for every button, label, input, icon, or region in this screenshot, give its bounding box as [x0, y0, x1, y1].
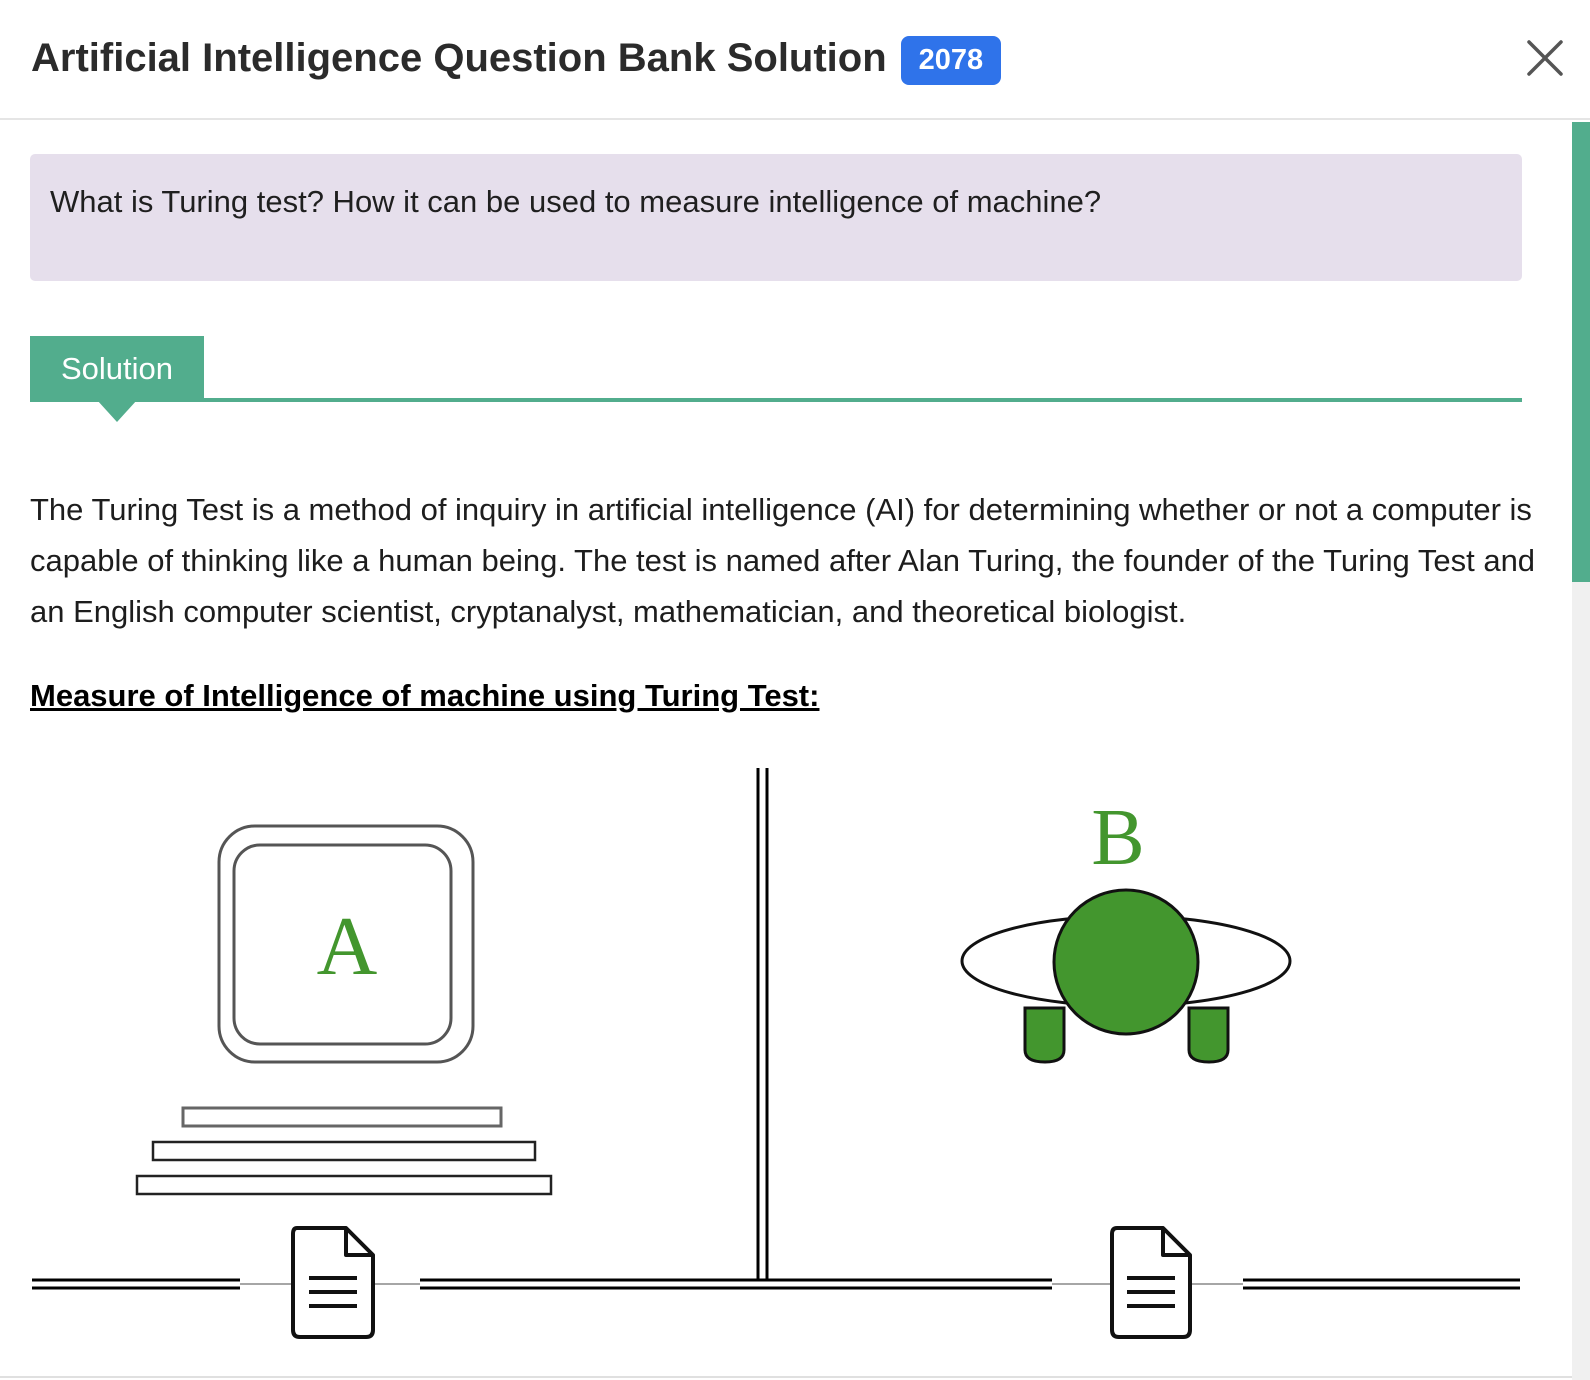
footer-divider: [0, 1376, 1572, 1378]
question-box: What is Turing test? How it can be used …: [30, 154, 1522, 281]
question-text: What is Turing test? How it can be used …: [50, 184, 1102, 219]
close-button[interactable]: [1525, 38, 1565, 78]
solution-subheading: Measure of Intelligence of machine using…: [30, 678, 820, 713]
document-icon: [1110, 1226, 1192, 1339]
solution-divider: [204, 398, 1522, 402]
close-icon: [1527, 40, 1563, 76]
turing-test-diagram: A B: [32, 768, 1520, 1339]
scrollbar-thumb[interactable]: [1572, 122, 1590, 582]
person-icon: [960, 888, 1292, 1064]
communication-line: [32, 1278, 1520, 1290]
label-a: A: [317, 900, 378, 993]
computer-icon: [135, 824, 553, 1196]
document-icon: [291, 1226, 375, 1339]
scrollbar[interactable]: [1572, 122, 1590, 1380]
modal-header: Artificial Intelligence Question Bank So…: [0, 0, 1590, 120]
year-badge: 2078: [900, 36, 1002, 85]
label-b: B: [1091, 794, 1144, 882]
solution-tab-arrow: [97, 400, 137, 422]
solution-modal: Artificial Intelligence Question Bank So…: [0, 0, 1590, 1380]
solution-tab: Solution: [30, 336, 204, 402]
modal-title: Artificial Intelligence Question Bank So…: [31, 34, 1002, 85]
modal-title-text: Artificial Intelligence Question Bank So…: [31, 36, 887, 80]
divider-wall: [756, 768, 769, 1280]
solution-paragraph: The Turing Test is a method of inquiry i…: [30, 492, 1536, 629]
